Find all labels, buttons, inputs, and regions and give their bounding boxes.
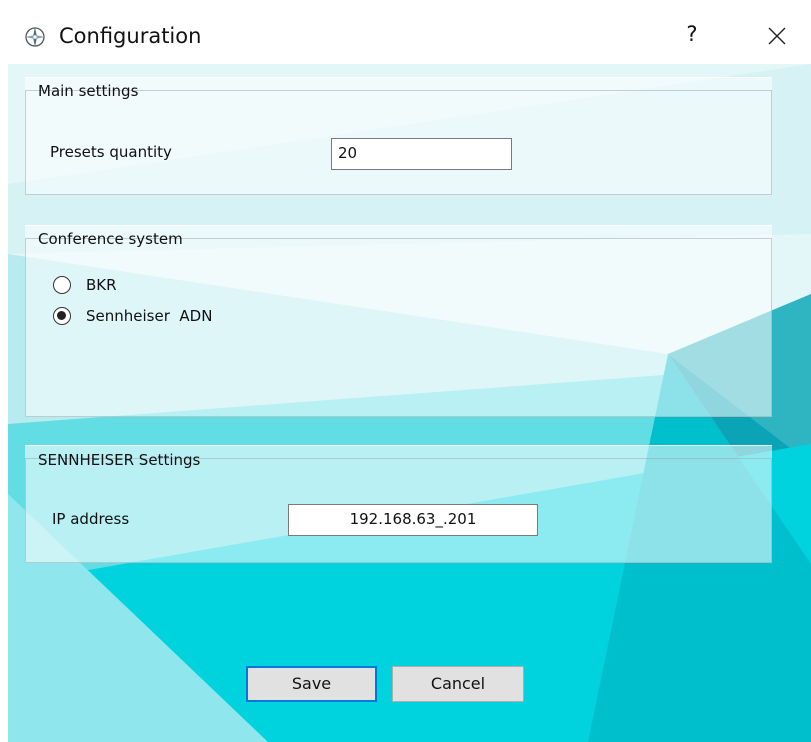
save-button[interactable]: Save [246,666,377,702]
close-button[interactable] [760,18,794,54]
conference-system-group: Conference system BKR Sennheiser ADN [25,225,772,417]
help-button[interactable]: ? [680,22,704,50]
radio-selected-dot [57,311,66,320]
compass-icon [24,26,46,48]
radio-sennheiser-label: Sennheiser ADN [86,307,213,325]
sennheiser-settings-group: SENNHEISER Settings IP address 192.168.6… [25,445,772,563]
presets-quantity-label: Presets quantity [50,143,172,161]
radio-sennheiser[interactable] [53,307,71,325]
ip-address-input[interactable]: 192.168.63_.201 [288,504,538,536]
close-icon [768,27,786,45]
radio-bkr-label: BKR [86,276,117,294]
main-settings-title: Main settings [38,82,139,100]
radio-bkr[interactable] [53,276,71,294]
main-settings-group: Main settings Presets quantity 20 [25,77,772,195]
dialog-content: Main settings Presets quantity 20 Confer… [8,64,811,742]
window-title: Configuration [59,24,202,48]
presets-quantity-input[interactable]: 20 [331,138,512,170]
cancel-button[interactable]: Cancel [392,666,524,702]
conference-system-frame [25,238,772,417]
conference-system-title: Conference system [38,230,183,248]
configuration-dialog: Configuration ? Main settings Presets qu… [0,0,811,742]
radio-option-bkr[interactable]: BKR [53,274,253,296]
ip-address-label: IP address [52,510,130,528]
sennheiser-settings-title: SENNHEISER Settings [38,451,201,469]
radio-option-sennheiser[interactable]: Sennheiser ADN [53,305,293,327]
